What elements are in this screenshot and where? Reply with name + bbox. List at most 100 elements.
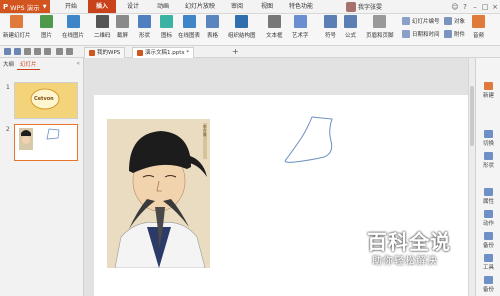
maximize-icon[interactable]: □	[480, 3, 490, 11]
sidebar-item-backup[interactable]: 备份	[476, 232, 500, 249]
slide-number-button[interactable]: 幻灯片编号	[402, 17, 440, 25]
skin-icon[interactable]: ☺	[450, 3, 460, 11]
icon-library-icon	[160, 15, 173, 28]
tab-my-wps-label: 我的WPS	[97, 50, 121, 56]
pptx-file-icon	[137, 50, 143, 56]
folder-icon[interactable]	[4, 48, 11, 55]
tab-animation[interactable]: 动画	[150, 0, 176, 13]
collapse-panel-icon[interactable]: «	[76, 60, 80, 67]
tools-icon	[484, 254, 493, 262]
datetime-button[interactable]: 日期和时间	[402, 30, 440, 38]
tab-design[interactable]: 设计	[120, 0, 146, 13]
export-icon[interactable]	[44, 48, 51, 55]
sidebar-item-transition[interactable]: 切换	[476, 130, 500, 147]
portrait-caption: 李白像	[203, 125, 207, 137]
user-account[interactable]: 我字张雯	[346, 1, 382, 12]
properties-icon	[484, 188, 493, 196]
slide-thumbnail-1[interactable]: Cetvon	[14, 82, 78, 119]
wordart-icon	[293, 15, 307, 28]
table-label: 表格	[206, 33, 218, 39]
shape-button[interactable]: 形状	[138, 15, 151, 39]
qrcode-button[interactable]: 二维码	[94, 15, 111, 39]
sidebar-item-backup-2-label: 备份	[482, 287, 494, 293]
sidebar-item-properties[interactable]: 属性	[476, 188, 500, 205]
speaker-icon	[472, 15, 485, 28]
tab-current-document[interactable]: 演示文稿1.pptx *	[132, 47, 195, 58]
task-pane-sidebar: 新建 切换 形状 属性 动作 备份 工具 备份	[475, 58, 500, 296]
wps-app-menu-button[interactable]: P WPS 演示 ▼	[0, 0, 50, 13]
slide-number-2: 2	[6, 126, 10, 133]
online-chart-button[interactable]: 在线图表	[178, 15, 200, 39]
qrcode-label: 二维码	[94, 33, 111, 39]
tab-my-wps[interactable]: 我的WPS	[84, 47, 126, 58]
org-chart-button[interactable]: 组织结构图	[228, 15, 256, 39]
minimize-icon[interactable]: –	[470, 3, 480, 11]
online-chart-label: 在线图表	[178, 33, 201, 39]
picture-button[interactable]: 图片	[40, 15, 53, 39]
wordart-button[interactable]: 艺术字	[292, 15, 309, 39]
slide-thumbnail-2[interactable]	[14, 124, 78, 161]
new-slide-label: 新建幻灯片	[3, 33, 31, 39]
preview-icon[interactable]	[34, 48, 41, 55]
sidebar-item-tools-label: 工具	[482, 265, 494, 271]
online-picture-label: 在线图片	[62, 33, 85, 39]
tab-slides[interactable]: 幻灯片	[17, 60, 40, 70]
vertical-scrollbar[interactable]	[468, 58, 475, 296]
window-controls: ☺ ? – □ ×	[450, 0, 500, 13]
tab-start[interactable]: 开始	[58, 0, 84, 13]
header-footer-icon	[373, 15, 387, 28]
screenshot-label: 截屏	[116, 33, 128, 39]
portrait-image[interactable]: 李白像	[107, 119, 210, 269]
new-icon	[484, 82, 493, 90]
wordart-label: 艺术字	[292, 33, 309, 39]
new-slide-button[interactable]: 新建幻灯片	[3, 15, 31, 39]
object-button[interactable]: 对象	[444, 17, 465, 25]
scissors-icon	[116, 15, 129, 28]
sidebar-item-shape[interactable]: 形状	[476, 152, 500, 169]
screenshot-button[interactable]: 截屏	[116, 15, 129, 39]
datetime-label: 日期和时间	[412, 32, 440, 38]
ribbon: 新建幻灯片 图片 在线图片 二维码 截屏 形状 图标 在线图表 表格 组织结构图…	[0, 14, 500, 46]
shape-label: 形状	[138, 33, 150, 39]
close-icon[interactable]: ×	[490, 3, 500, 11]
tab-insert[interactable]: 插入	[88, 0, 116, 13]
header-footer-button[interactable]: 页眉和页脚	[366, 15, 394, 39]
org-chart-label: 组织结构图	[228, 33, 256, 39]
tab-slideshow[interactable]: 幻灯片放映	[180, 0, 220, 13]
app-name: WPS 演示	[10, 3, 40, 12]
scrollbar-thumb[interactable]	[470, 86, 474, 146]
formula-button[interactable]: 公式	[344, 15, 357, 39]
redo-icon[interactable]	[66, 48, 73, 55]
tab-special-features[interactable]: 特色功能	[284, 0, 318, 13]
icon-library-button[interactable]: 图标	[160, 15, 173, 39]
sidebar-item-backup-2[interactable]: 备份	[476, 276, 500, 293]
slide-number-label: 幻灯片编号	[412, 19, 440, 25]
add-tab-button[interactable]: +	[232, 46, 239, 57]
tab-view[interactable]: 视图	[254, 0, 280, 13]
save-icon[interactable]	[14, 48, 21, 55]
chart-icon	[182, 15, 196, 28]
undo-icon[interactable]	[56, 48, 63, 55]
online-picture-button[interactable]: 在线图片	[62, 15, 84, 39]
symbol-button[interactable]: 符号	[324, 15, 337, 39]
thumbnail-logo-text: Cetvon	[34, 96, 54, 102]
sidebar-item-action[interactable]: 动作	[476, 210, 500, 227]
shape-icon	[484, 152, 493, 160]
thumbnail-2-content	[15, 125, 77, 160]
textbox-button[interactable]: 文本框	[266, 15, 283, 39]
online-picture-icon	[66, 15, 80, 28]
attachment-button[interactable]: 附件	[444, 30, 465, 38]
action-icon	[484, 210, 493, 218]
print-icon[interactable]	[24, 48, 31, 55]
table-button[interactable]: 表格	[206, 15, 219, 39]
sidebar-item-new[interactable]: 新建	[476, 82, 500, 99]
audio-button[interactable]: 音频	[472, 15, 485, 39]
attachment-label: 附件	[454, 32, 466, 38]
backup-icon	[484, 232, 493, 240]
sidebar-item-tools[interactable]: 工具	[476, 254, 500, 271]
tab-review[interactable]: 审阅	[224, 0, 250, 13]
help-icon[interactable]: ?	[460, 3, 470, 11]
wps-home-icon	[89, 50, 95, 56]
freeform-shape[interactable]	[282, 113, 346, 165]
tab-outline[interactable]: 大纲	[0, 60, 17, 70]
